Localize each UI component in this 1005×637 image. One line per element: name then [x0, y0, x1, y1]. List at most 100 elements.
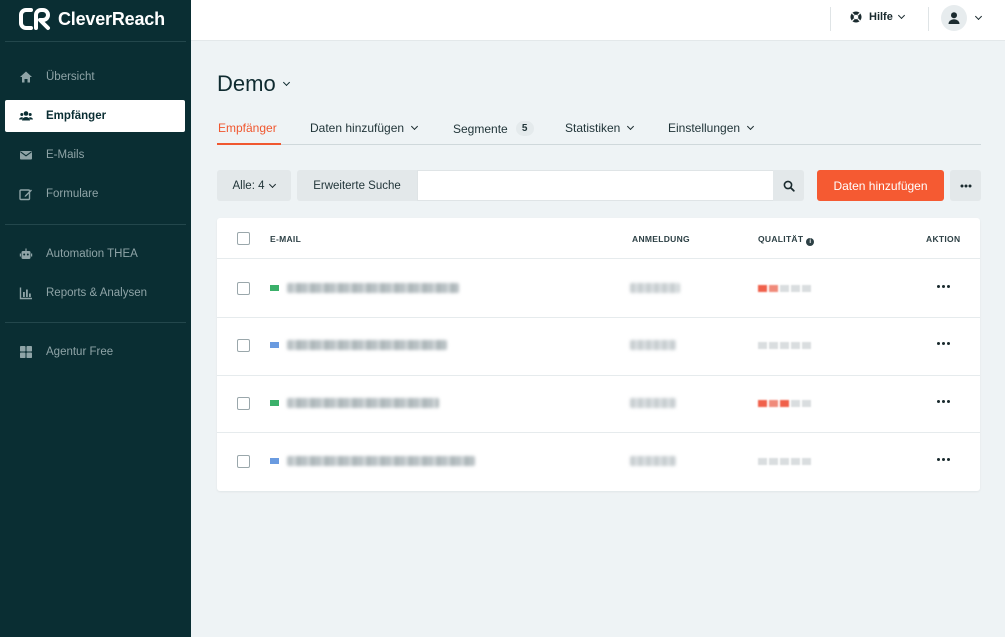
tab-settings[interactable]: Einstellungen [668, 121, 755, 135]
column-header-registration[interactable]: ANMELDUNG [632, 234, 690, 244]
sidebar-divider [5, 322, 186, 323]
user-icon [948, 12, 960, 24]
page-title[interactable]: Demo [217, 71, 290, 97]
tab-add-data[interactable]: Daten hinzufügen [310, 121, 419, 135]
sidebar-item-reports[interactable]: Reports & Analysen [5, 277, 185, 309]
sidebar-item-label: Formulare [46, 188, 99, 200]
recipients-table: E-MAIL ANMELDUNG QUALITÄT i AKTION [217, 218, 980, 491]
grid-icon [19, 345, 33, 359]
advanced-search-label: Erweiterte Suche [313, 179, 401, 192]
tab-recipients[interactable]: Empfänger [218, 121, 277, 135]
sidebar-item-label: Übersicht [46, 71, 95, 83]
sidebar-item-agency[interactable]: Agentur Free [5, 336, 185, 368]
add-data-button[interactable]: Daten hinzufügen [817, 170, 944, 201]
email-value-redacted[interactable] [287, 340, 447, 350]
quality-rating [758, 285, 813, 292]
row-checkbox[interactable] [237, 282, 250, 295]
column-header-quality[interactable]: QUALITÄT i [758, 234, 815, 246]
ellipsis-icon [960, 184, 971, 187]
quality-segment [780, 285, 789, 292]
email-value-redacted[interactable] [287, 398, 439, 408]
search-icon [783, 180, 795, 192]
table-row[interactable] [217, 433, 980, 491]
tab-segments[interactable]: Segmente 5 [453, 121, 534, 136]
tab-label: Statistiken [565, 121, 621, 135]
robot-icon [19, 247, 33, 261]
registration-date-redacted [630, 283, 680, 293]
sidebar-item-label: Empfänger [46, 110, 107, 122]
row-checkbox[interactable] [237, 455, 250, 468]
quality-segment [780, 400, 789, 407]
chevron-down-icon [411, 122, 419, 131]
sidebar-item-forms[interactable]: Formulare [5, 178, 185, 210]
tab-label: Einstellungen [668, 121, 741, 135]
page-title-text: Demo [217, 71, 276, 96]
status-indicator [270, 458, 279, 464]
sidebar-divider [5, 224, 186, 225]
search-button[interactable] [773, 170, 804, 201]
row-checkbox[interactable] [237, 397, 250, 410]
user-menu-button[interactable] [941, 5, 983, 31]
select-all-checkbox[interactable] [237, 232, 250, 245]
quality-segment [802, 285, 811, 292]
sidebar-item-emails[interactable]: E-Mails [5, 139, 185, 171]
home-icon [19, 70, 33, 84]
row-checkbox[interactable] [237, 339, 250, 352]
quality-segment [780, 458, 789, 465]
edit-icon [19, 187, 33, 201]
row-actions-button[interactable] [937, 458, 952, 461]
search-input[interactable] [417, 170, 774, 201]
tab-label: Daten hinzufügen [310, 121, 405, 135]
avatar [941, 5, 967, 31]
status-indicator [270, 400, 279, 406]
tab-statistics[interactable]: Statistiken [565, 121, 635, 135]
column-header-email[interactable]: E-MAIL [270, 234, 301, 244]
sidebar-item-label: Agentur Free [46, 346, 114, 358]
info-icon[interactable]: i [806, 238, 815, 246]
row-actions-button[interactable] [937, 400, 952, 403]
sidebar: CleverReach Übersicht Empfänger E-Mails … [0, 0, 191, 637]
column-header-action: AKTION [926, 234, 961, 244]
cleverreach-logo[interactable]: CleverReach [18, 6, 165, 32]
more-options-button[interactable] [950, 170, 981, 201]
quality-segment [780, 342, 789, 349]
sidebar-item-recipients[interactable]: Empfänger [5, 100, 185, 132]
quality-segment [769, 342, 778, 349]
column-header-quality-label: QUALITÄT [758, 234, 804, 244]
quality-rating [758, 458, 813, 465]
row-actions-button[interactable] [937, 285, 952, 288]
sidebar-divider [5, 41, 186, 42]
table-row[interactable] [217, 375, 980, 433]
registration-date-redacted [630, 340, 676, 350]
chevron-down-icon [269, 180, 277, 188]
quality-rating [758, 342, 813, 349]
advanced-search-button[interactable]: Erweiterte Suche [297, 170, 417, 201]
quality-segment [791, 285, 800, 292]
sidebar-item-label: E-Mails [46, 149, 85, 161]
cleverreach-logo-icon [19, 8, 50, 30]
table-row[interactable] [217, 318, 980, 376]
quality-segment [802, 400, 811, 407]
chevron-down-icon [747, 122, 755, 131]
envelope-icon [19, 148, 33, 162]
top-bar: Hilfe [191, 0, 1005, 41]
quality-segment [802, 342, 811, 349]
registration-date-redacted [630, 398, 676, 408]
quality-segment [791, 342, 800, 349]
table-row[interactable] [217, 260, 980, 318]
quality-segment [758, 458, 767, 465]
row-actions-button[interactable] [937, 342, 952, 345]
table-header: E-MAIL ANMELDUNG QUALITÄT i AKTION [217, 218, 980, 259]
email-value-redacted[interactable] [287, 456, 475, 466]
sidebar-item-label: Automation THEA [46, 248, 138, 260]
sidebar-item-overview[interactable]: Übersicht [5, 61, 185, 93]
filter-dropdown[interactable]: Alle: 4 [217, 170, 291, 201]
email-value-redacted[interactable] [287, 283, 459, 293]
help-menu-button[interactable]: Hilfe [850, 11, 905, 23]
topbar-divider [928, 7, 929, 31]
chevron-down-icon [627, 122, 635, 131]
status-indicator [270, 285, 279, 291]
quality-segment [758, 342, 767, 349]
quality-segment [758, 285, 767, 292]
sidebar-item-automation[interactable]: Automation THEA [5, 238, 185, 270]
